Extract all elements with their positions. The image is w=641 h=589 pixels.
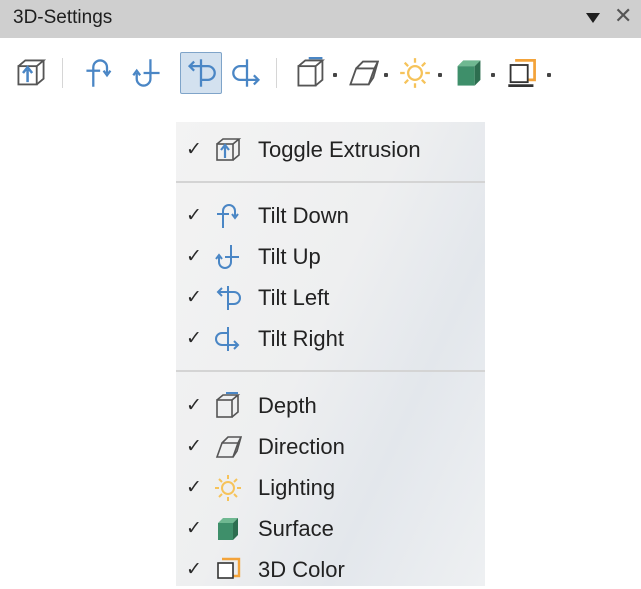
menu-item-toggle-extrusion[interactable]: ✓ Toggle Extrusion bbox=[176, 131, 485, 169]
surface-icon bbox=[214, 515, 242, 543]
tilt-up-icon bbox=[214, 243, 242, 271]
menu-item-tilt-down[interactable]: ✓ Tilt Down bbox=[176, 197, 485, 235]
tilt-left-button[interactable] bbox=[180, 52, 222, 94]
menu-item-label: Tilt Right bbox=[258, 326, 344, 351]
3d-color-icon bbox=[214, 556, 242, 584]
menu-item-label: Direction bbox=[258, 434, 345, 459]
depth-button[interactable] bbox=[292, 54, 330, 92]
tilt-right-button[interactable] bbox=[228, 54, 266, 92]
menu-item-tilt-right[interactable]: ✓ Tilt Right bbox=[176, 320, 485, 358]
direction-button[interactable] bbox=[344, 54, 382, 92]
menu-separator bbox=[176, 181, 485, 183]
direction-dropdown-arrow[interactable] bbox=[384, 73, 388, 77]
triangle-down-icon[interactable] bbox=[585, 11, 601, 29]
tilt-up-icon bbox=[132, 59, 160, 87]
check-icon: ✓ bbox=[186, 395, 202, 416]
toggle-extrusion-icon bbox=[17, 59, 47, 86]
surface-icon bbox=[457, 60, 481, 86]
3d-color-dropdown-arrow[interactable] bbox=[547, 73, 551, 77]
panel-title-bar: 3D-Settings ✕ bbox=[0, 0, 641, 38]
tilt-up-button[interactable] bbox=[128, 54, 166, 92]
direction-icon bbox=[214, 433, 243, 461]
tilt-right-icon bbox=[232, 59, 261, 87]
menu-item-tilt-left[interactable]: ✓ Tilt Left bbox=[176, 279, 485, 317]
3d-color-button[interactable] bbox=[503, 54, 541, 92]
check-icon: ✓ bbox=[186, 518, 202, 539]
menu-item-surface[interactable]: ✓ Surface bbox=[176, 510, 485, 548]
menu-item-label: Toggle Extrusion bbox=[258, 137, 421, 162]
lighting-icon bbox=[214, 474, 242, 502]
menu-item-depth[interactable]: ✓ Depth bbox=[176, 387, 485, 425]
check-icon: ✓ bbox=[186, 246, 202, 267]
menu-item-label: 3D Color bbox=[258, 557, 345, 582]
depth-dropdown-arrow[interactable] bbox=[333, 73, 337, 77]
menu-item-label: Tilt Down bbox=[258, 203, 349, 228]
menu-item-label: Depth bbox=[258, 393, 317, 418]
close-icon[interactable]: ✕ bbox=[614, 5, 632, 27]
lighting-icon bbox=[400, 58, 430, 88]
panel-title: 3D-Settings bbox=[13, 7, 113, 28]
depth-icon bbox=[297, 57, 325, 87]
tilt-right-icon bbox=[214, 325, 242, 353]
tilt-down-button[interactable] bbox=[80, 54, 118, 92]
surface-button[interactable] bbox=[450, 54, 488, 92]
menu-item-label: Surface bbox=[258, 516, 334, 541]
toggle-extrusion-button[interactable] bbox=[12, 54, 50, 92]
check-icon: ✓ bbox=[186, 139, 202, 160]
depth-icon bbox=[214, 392, 242, 420]
check-icon: ✓ bbox=[186, 436, 202, 457]
check-icon: ✓ bbox=[186, 328, 202, 349]
tilt-left-icon bbox=[187, 59, 216, 87]
menu-separator bbox=[176, 370, 485, 372]
tilt-down-icon bbox=[214, 202, 242, 230]
toolbar-3d-settings bbox=[0, 38, 641, 108]
check-icon: ✓ bbox=[186, 477, 202, 498]
tilt-left-icon bbox=[214, 284, 242, 312]
menu-item-lighting[interactable]: ✓ Lighting bbox=[176, 469, 485, 507]
surface-dropdown-arrow[interactable] bbox=[491, 73, 495, 77]
lighting-dropdown-arrow[interactable] bbox=[438, 73, 442, 77]
menu-item-tilt-up[interactable]: ✓ Tilt Up bbox=[176, 238, 485, 276]
direction-icon bbox=[349, 60, 379, 86]
toolbar-separator bbox=[62, 58, 63, 88]
check-icon: ✓ bbox=[186, 287, 202, 308]
3d-color-icon bbox=[508, 59, 536, 87]
toggle-extrusion-icon bbox=[214, 136, 242, 164]
toolbar-customize-menu: ✓ Toggle Extrusion ✓ Tilt Down ✓ Tilt Up… bbox=[176, 122, 485, 586]
menu-item-label: Lighting bbox=[258, 475, 336, 500]
menu-item-direction[interactable]: ✓ Direction bbox=[176, 428, 485, 466]
menu-item-3d-color[interactable]: ✓ 3D Color bbox=[176, 551, 485, 589]
menu-item-label: Tilt Left bbox=[258, 285, 330, 310]
lighting-button[interactable] bbox=[396, 54, 434, 92]
check-icon: ✓ bbox=[186, 205, 202, 226]
menu-item-label: Tilt Up bbox=[258, 244, 321, 269]
toolbar-separator bbox=[276, 58, 277, 88]
tilt-down-icon bbox=[86, 59, 112, 87]
check-icon: ✓ bbox=[186, 559, 202, 580]
